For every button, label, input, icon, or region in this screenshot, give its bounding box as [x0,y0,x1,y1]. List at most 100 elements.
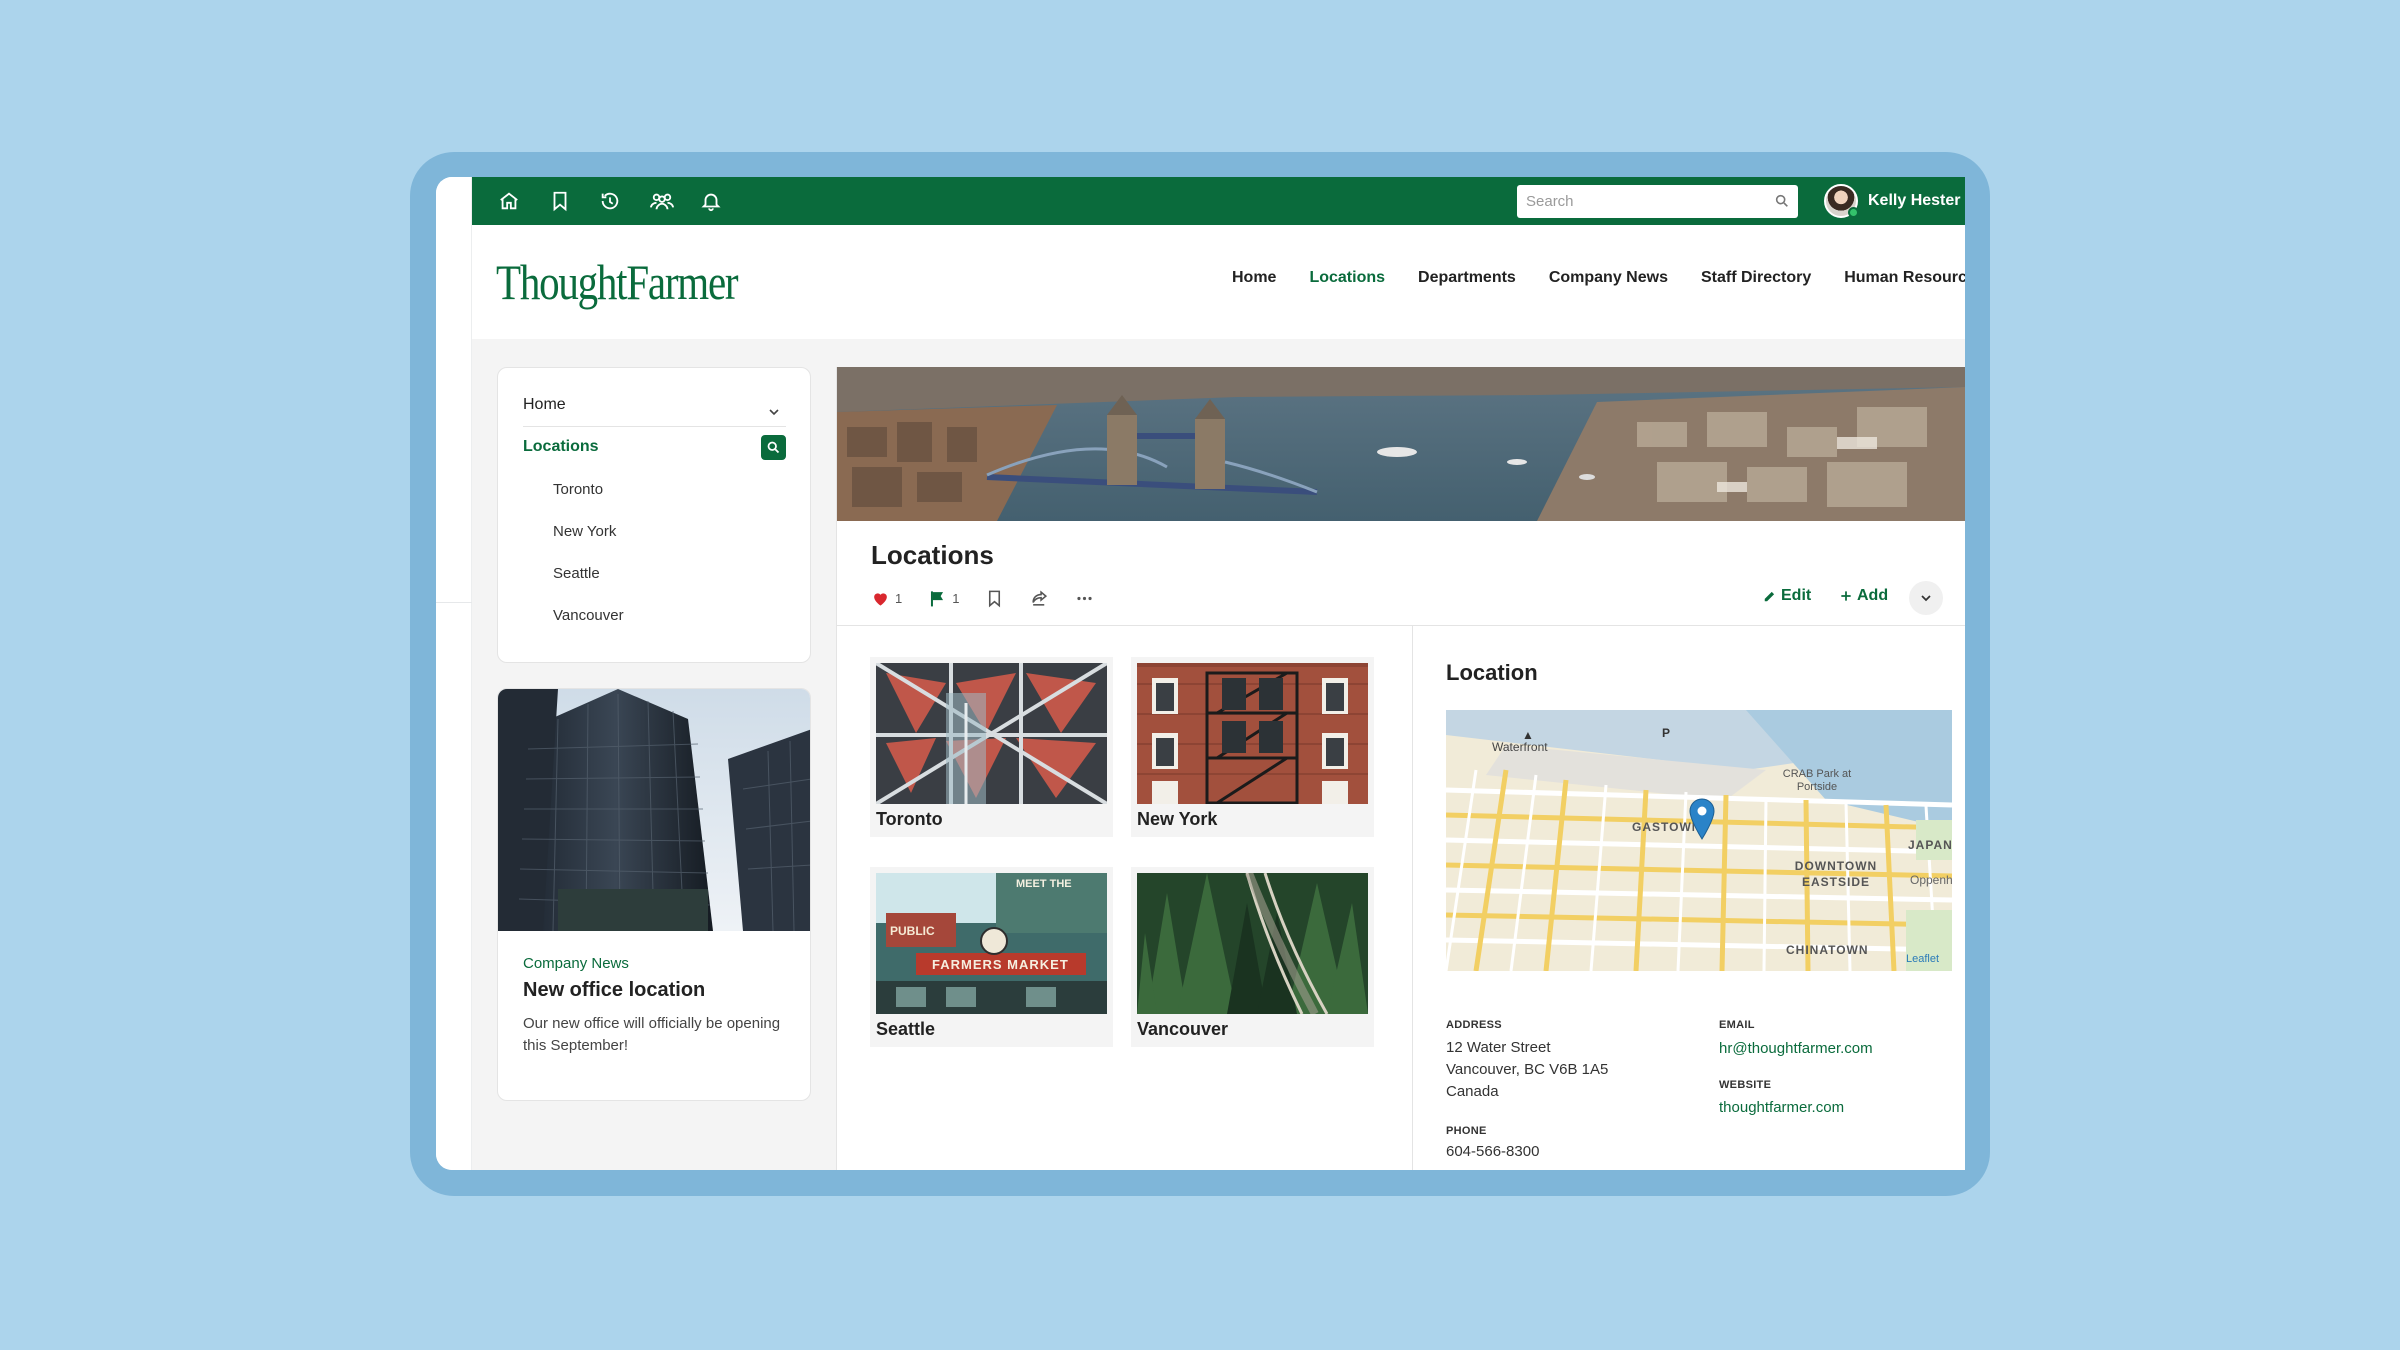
sidebar-search-button[interactable] [761,435,786,460]
address-line-2: Vancouver, BC V6B 1A5 [1446,1061,1609,1078]
search-box[interactable] [1517,185,1798,218]
news-card[interactable]: Company News New office location Our new… [497,688,811,1101]
location-heading: Location [1446,660,1538,685]
nav-staff-directory[interactable]: Staff Directory [1701,269,1811,287]
share-icon [1032,589,1048,606]
page-title: Locations [871,540,994,570]
svg-text:MEET THE: MEET THE [1016,878,1072,890]
nav-home[interactable]: Home [1232,269,1276,287]
website-link[interactable]: thoughtfarmer.com [1719,1099,1844,1116]
phone-value: 604-566-8300 [1446,1143,1540,1160]
flag-icon [931,590,944,606]
search-icon[interactable] [1774,193,1790,209]
edit-label: Edit [1781,587,1812,604]
map-label-waterfront: Waterfront [1492,740,1548,754]
map-label-parking: P [1662,726,1671,740]
like-button[interactable]: 1 [871,589,902,608]
add-label: Add [1857,587,1889,604]
plus-icon [1841,591,1851,601]
site-logo[interactable]: ThoughtFarmer [496,253,739,311]
nav-departments[interactable]: Departments [1418,269,1516,287]
phone-label: PHONE [1446,1125,1487,1137]
bookmark-icon [989,590,1001,607]
people-icon[interactable] [649,190,675,212]
map-attribution-link[interactable]: Leaflet [1906,953,1939,965]
email-label: EMAIL [1719,1019,1755,1031]
site-header: ThoughtFarmer Home Locations Departments… [472,225,1965,339]
chevron-down-icon [1921,595,1931,602]
svg-text:FARMERS MARKET: FARMERS MARKET [932,957,1069,972]
left-edge-strip [436,177,472,1170]
bookmark-icon[interactable] [549,190,571,212]
sidebar-item-toronto[interactable]: Toronto [553,481,603,498]
location-tile-seattle[interactable]: MEET THE FARMERS MARKET PUBLIC Seattle [870,867,1113,1047]
follow-button[interactable]: 1 [928,589,959,608]
map-label-oppenheimer: Oppenheimer [1910,873,1952,887]
sidebar-item-new-york[interactable]: New York [553,523,616,540]
tile-label[interactable]: Vancouver [1137,1019,1228,1040]
location-tile-vancouver[interactable]: Vancouver [1131,867,1374,1047]
toronto-image[interactable] [876,663,1107,804]
user-name[interactable]: Kelly Hester [1868,192,1961,210]
like-count: 1 [895,590,903,606]
edit-button[interactable]: Edit [1763,587,1811,605]
user-menu[interactable]: Kelly Hester [1824,183,1961,219]
seattle-image[interactable]: MEET THE FARMERS MARKET PUBLIC [876,873,1107,1014]
bell-icon[interactable] [700,190,722,212]
address-label: ADDRESS [1446,1019,1502,1031]
map-marker-icon[interactable] [1689,798,1715,840]
map-label-crab-park: CRAB Park at Portside [1782,768,1852,793]
main-content: Locations 1 1 Edit Add Toronto New York … [836,367,1965,1170]
main-nav: Home Locations Departments Company News … [1232,269,1965,287]
divider [837,625,1965,626]
map-label-japantown: JAPANTOWN [1908,838,1952,852]
online-status-dot [1848,207,1859,218]
chevron-down-icon[interactable] [766,404,782,420]
search-icon [767,441,780,454]
map-label-downtown-eastside: DOWNTOWN EASTSIDE [1794,859,1878,889]
map-label-chinatown: CHINATOWN [1786,943,1869,957]
home-icon[interactable] [498,190,520,212]
sidebar-nav: Home Locations Toronto New York Seattle … [497,367,811,663]
add-button[interactable]: Add [1839,587,1888,605]
bookmark-button[interactable] [985,589,1004,608]
news-title[interactable]: New office location [523,979,705,1002]
new-york-image[interactable] [1137,663,1368,804]
more-options-button[interactable] [1075,589,1094,608]
news-image[interactable] [498,689,810,931]
sidebar-item-vancouver[interactable]: Vancouver [553,607,624,624]
ellipsis-icon [1077,596,1093,600]
location-tile-toronto[interactable]: Toronto [870,657,1113,837]
vancouver-image[interactable] [1137,873,1368,1014]
sidebar-item-seattle[interactable]: Seattle [553,565,600,582]
pencil-icon [1764,591,1775,602]
sidebar-item-home[interactable]: Home [523,396,566,414]
news-category[interactable]: Company News [523,955,629,972]
email-link[interactable]: hr@thoughtfarmer.com [1719,1040,1873,1057]
top-bar: Kelly Hester [472,177,1965,225]
location-tile-new-york[interactable]: New York [1131,657,1374,837]
tile-label[interactable]: Toronto [876,809,943,830]
location-map[interactable]: ▲ Waterfront P CRAB Park at Portside GAS… [1446,710,1952,971]
sidebar-item-locations[interactable]: Locations [523,438,599,456]
news-excerpt: Our new office will officially be openin… [523,1015,781,1054]
svg-text:PUBLIC: PUBLIC [890,924,935,938]
address-line-1: 12 Water Street [1446,1039,1551,1056]
search-input[interactable] [1517,185,1767,218]
share-button[interactable] [1030,589,1049,608]
flag-count: 1 [952,590,960,606]
expand-button[interactable] [1909,581,1943,615]
column-divider [1412,625,1413,1170]
nav-company-news[interactable]: Company News [1549,269,1668,287]
page-actions: 1 1 [871,587,1120,609]
divider [523,426,786,427]
edge-tick [436,602,472,603]
tile-label[interactable]: New York [1137,809,1217,830]
history-icon[interactable] [599,190,621,212]
banner-image [837,367,1965,521]
avatar[interactable] [1824,184,1859,218]
tile-label[interactable]: Seattle [876,1019,935,1040]
app-window: Kelly Hester ThoughtFarmer Home Location… [472,177,1965,1170]
nav-human-resources[interactable]: Human Resources [1844,269,1965,287]
nav-locations[interactable]: Locations [1309,269,1385,287]
